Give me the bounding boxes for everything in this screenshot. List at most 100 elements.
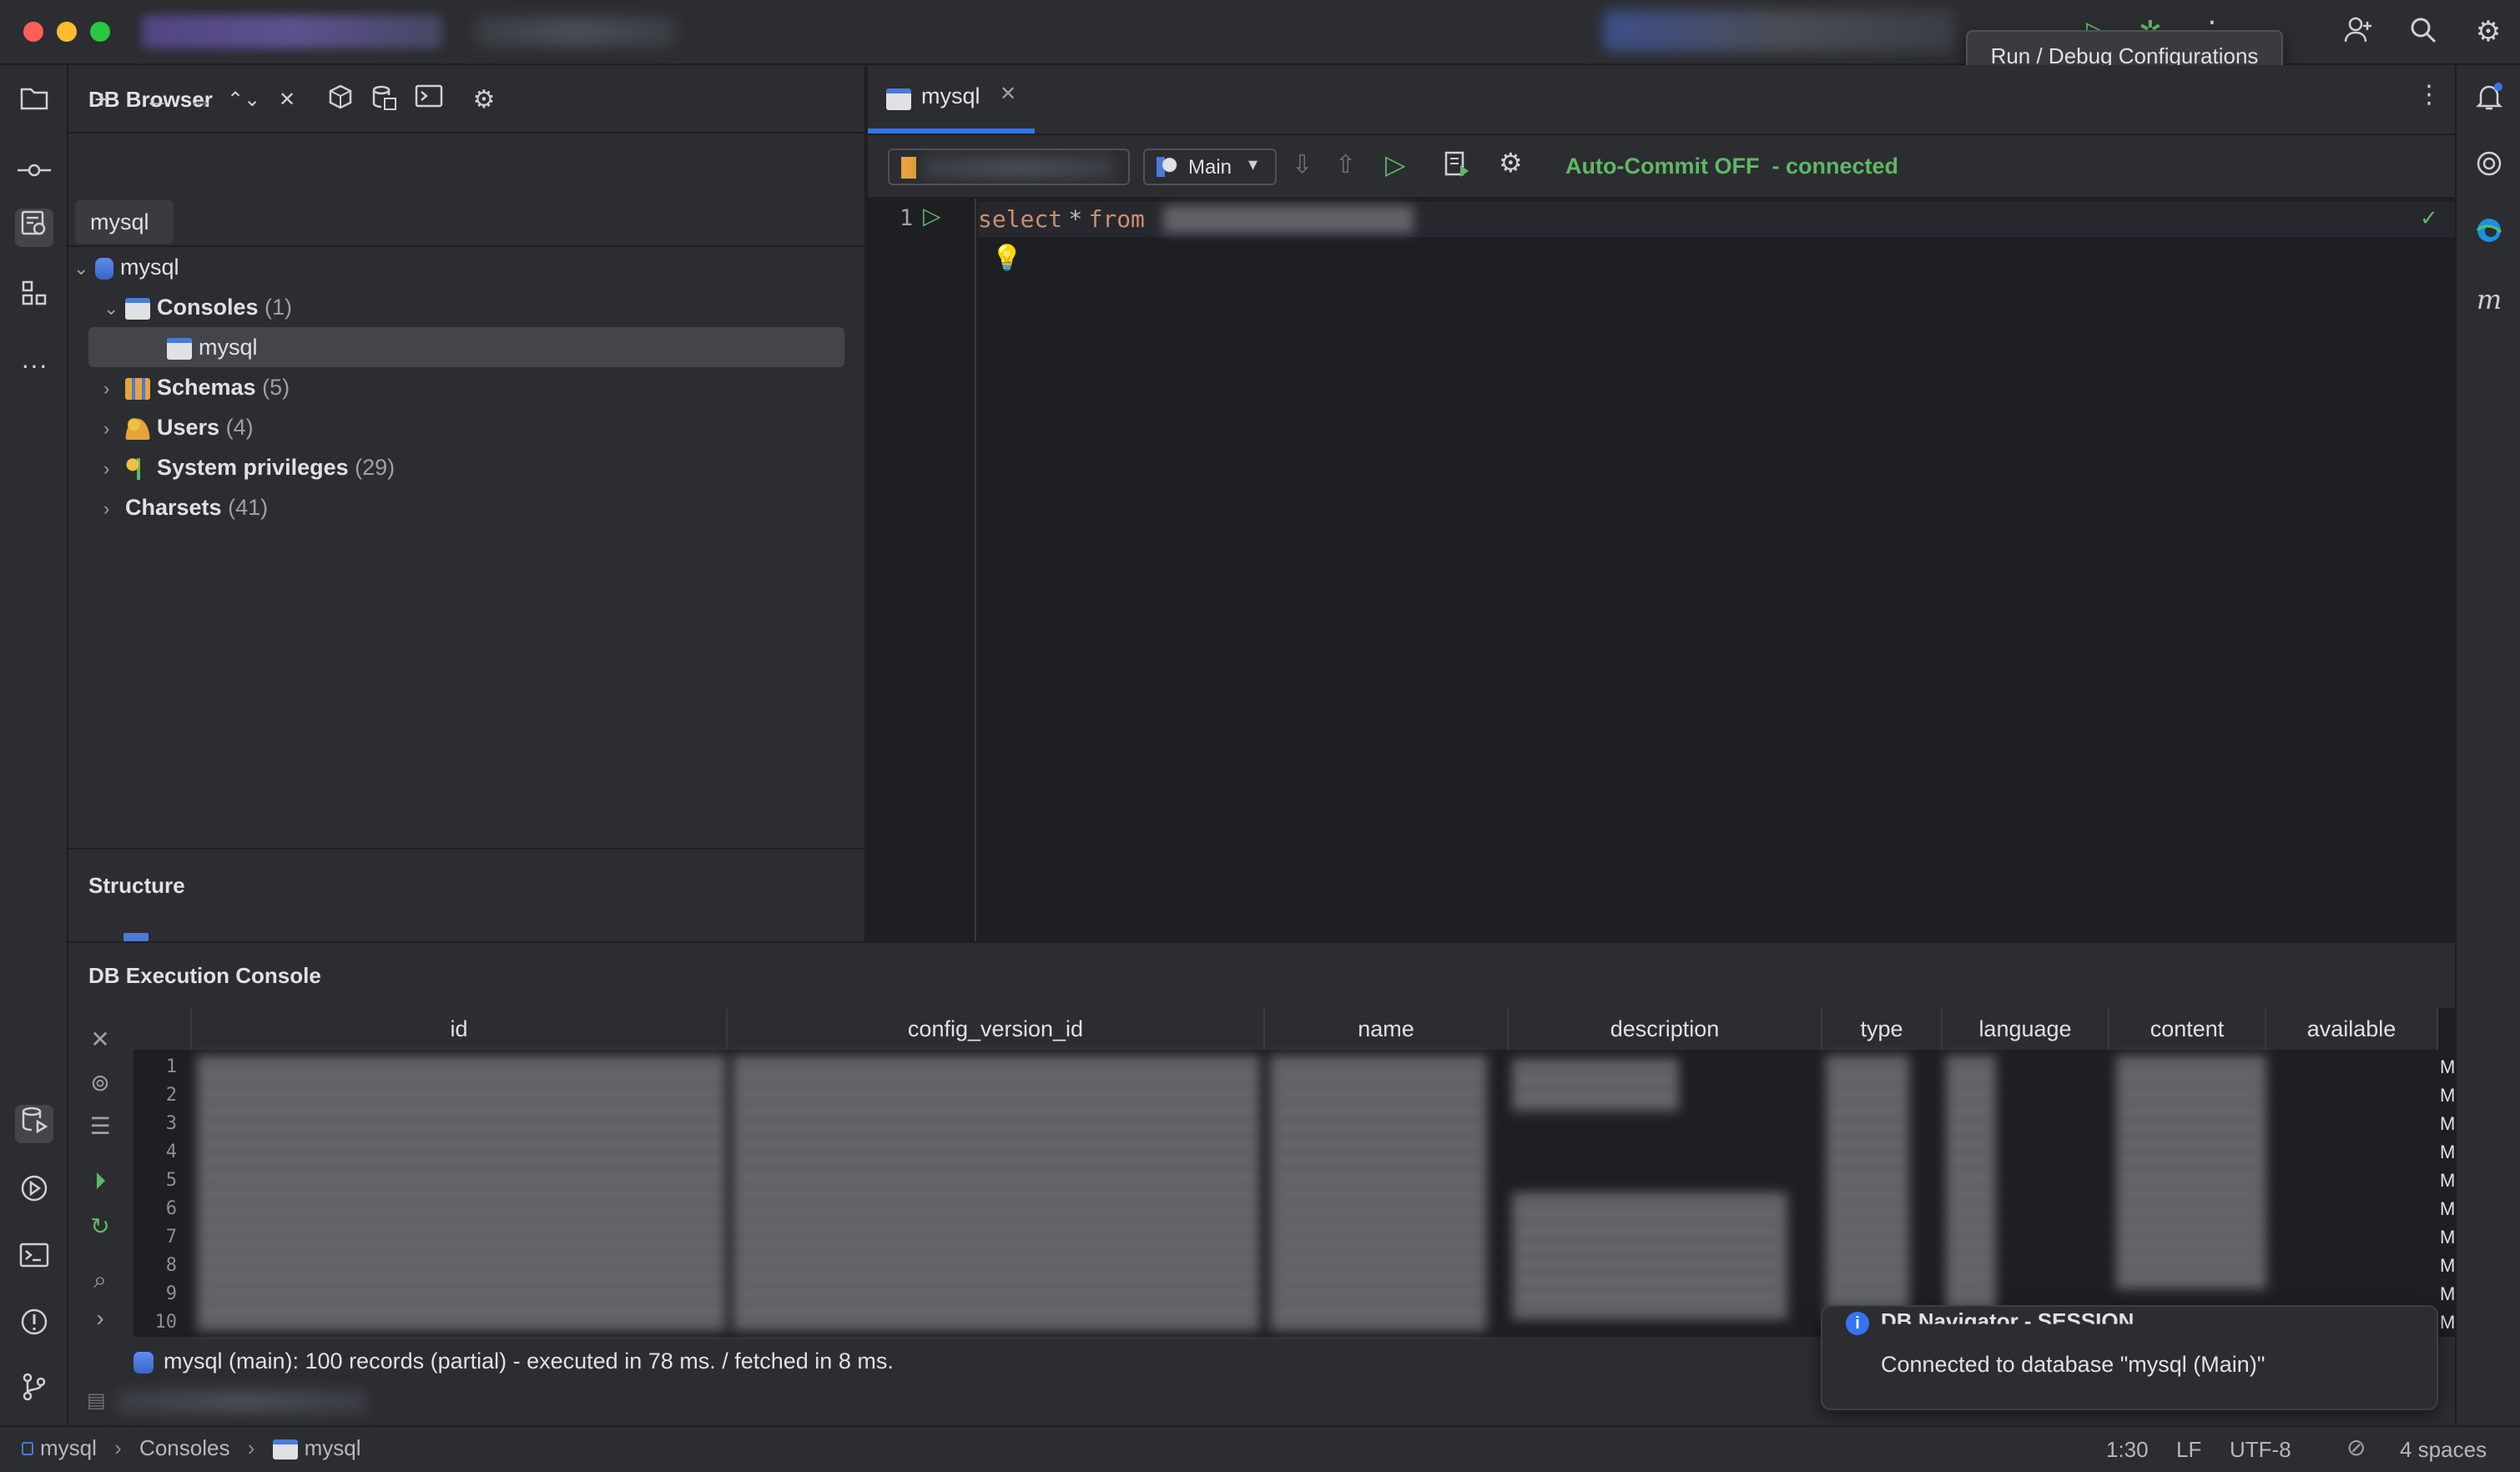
tree-item-system-privileges[interactable]: › System privileges (29) (103, 447, 395, 487)
row-number[interactable]: 3 (134, 1110, 192, 1138)
row-number[interactable]: 5 (134, 1167, 192, 1195)
close-tab-icon[interactable]: ✕ (1000, 82, 1016, 106)
open-console-icon[interactable] (412, 83, 446, 117)
git-branch-icon[interactable] (15, 1372, 53, 1410)
editor-toolbar: Main ▾ ⇩ ⇧ ▷ ⚙ Auto-Commit OFF - connect… (868, 135, 2455, 199)
find-icon[interactable]: ⌕ (83, 1263, 117, 1297)
reload-icon[interactable]: ↻ (83, 1210, 117, 1243)
column-header-config-version-id[interactable]: config_version_id (728, 1008, 1265, 1050)
project-widget[interactable] (142, 15, 442, 48)
chevron-right-icon[interactable]: › (103, 449, 125, 489)
column-header-id[interactable]: id (192, 1008, 728, 1050)
column-header-description[interactable]: description (1509, 1008, 1822, 1050)
execute-script-icon[interactable] (1444, 150, 1472, 184)
settings-gear-icon[interactable]: ⚙ (2472, 15, 2505, 48)
info-icon: i (1846, 1312, 1869, 1335)
editor-tab-mysql[interactable]: mysql ✕ (868, 65, 1035, 134)
row-number[interactable]: 6 (134, 1195, 192, 1223)
services-icon[interactable] (15, 1173, 53, 1212)
close-console-icon[interactable]: ✕ (83, 1023, 117, 1056)
more-tool-windows-icon[interactable]: ··· (15, 345, 53, 384)
resume-fetch-icon[interactable]: ⏵ (83, 1165, 117, 1198)
close-window-button[interactable] (23, 22, 43, 42)
chevron-right-icon[interactable]: › (103, 369, 125, 409)
row-number[interactable]: 1 (134, 1053, 192, 1081)
column-header-content[interactable]: content (2109, 1008, 2266, 1050)
redacted-column-id (197, 1056, 726, 1330)
row-number[interactable]: 8 (134, 1252, 192, 1280)
tree-item-charsets[interactable]: › Charsets (41) (103, 487, 268, 527)
project-folder-icon[interactable] (15, 83, 53, 122)
objects-filter-icon[interactable] (324, 83, 357, 117)
ai-assistant-icon[interactable] (2470, 149, 2508, 187)
filter-records-icon[interactable]: ⊚ (83, 1066, 117, 1100)
chevron-right-icon[interactable]: › (103, 409, 125, 449)
collapse-all-icon[interactable]: ✕ (270, 83, 304, 117)
connection-selector[interactable] (888, 149, 1130, 185)
edge-browser-icon[interactable] (2470, 215, 2508, 254)
row-number[interactable]: 4 (134, 1138, 192, 1167)
row-number[interactable]: 10 (134, 1308, 192, 1337)
db-browser-icon[interactable] (15, 209, 53, 247)
file-encoding[interactable]: UTF-8 (2230, 1437, 2291, 1463)
column-header-type[interactable]: type (1822, 1008, 1943, 1050)
chevron-right-icon[interactable]: › (103, 489, 125, 529)
column-header-name[interactable]: name (1265, 1008, 1509, 1050)
forward-arrow-icon[interactable]: → (184, 83, 217, 117)
commit-transaction-icon[interactable]: ⇩ (1292, 150, 1313, 179)
tree-item-users[interactable]: › Users (4) (103, 407, 254, 447)
execute-statement-icon[interactable]: ▷ (1385, 149, 1406, 180)
editor-more-icon[interactable]: ⋮ (2417, 80, 2442, 109)
branch-widget[interactable] (476, 17, 676, 47)
line-ending[interactable]: LF (2176, 1437, 2201, 1463)
connection-tab[interactable]: mysql (75, 200, 174, 244)
redacted-column-config-version-id (733, 1056, 1260, 1330)
problems-icon[interactable] (15, 1307, 53, 1345)
breadcrumb-item[interactable]: Consoles (139, 1435, 229, 1460)
sql-console-icon[interactable] (367, 83, 401, 117)
column-header-available[interactable]: available (2266, 1008, 2438, 1050)
run-configuration-selector[interactable] (1604, 10, 1954, 52)
add-connection-icon[interactable]: + (85, 83, 118, 117)
gutter-run-icon[interactable]: ▷ (923, 202, 941, 229)
search-icon[interactable] (2407, 15, 2440, 53)
minimize-window-button[interactable] (57, 22, 77, 42)
tree-item-consoles[interactable]: ⌄ Consoles (1) (103, 287, 292, 327)
terminal-icon[interactable] (15, 1240, 53, 1278)
row-number[interactable]: 9 (134, 1280, 192, 1308)
row-number[interactable]: 2 (134, 1081, 192, 1110)
breadcrumb-item[interactable]: mysql (305, 1435, 361, 1460)
truncated-cell: M (2440, 1056, 2456, 1077)
readonly-lock-icon[interactable]: ⊘ (2346, 1434, 2366, 1461)
rollback-transaction-icon[interactable]: ⇧ (1335, 150, 1356, 179)
tree-item-schemas[interactable]: › Schemas (5) (103, 367, 290, 407)
indent-setting[interactable]: 4 spaces (2400, 1437, 2487, 1463)
chevron-down-icon[interactable]: ⌄ (103, 289, 125, 329)
row-number[interactable]: 7 (134, 1223, 192, 1252)
browser-settings-gear-icon[interactable]: ⚙ (467, 83, 501, 117)
commit-icon[interactable] (15, 150, 53, 189)
left-tool-window-bar: ··· (0, 65, 68, 1425)
back-arrow-icon[interactable]: ← (140, 83, 174, 117)
expand-toolbar-icon[interactable]: › (83, 1302, 117, 1335)
zoom-window-button[interactable] (90, 22, 110, 42)
markdown-m-icon[interactable]: m (2470, 280, 2508, 319)
schema-selector[interactable]: Main ▾ (1143, 149, 1277, 185)
expand-all-icon[interactable]: ⌃⌄ (227, 83, 260, 117)
tree-item-console-mysql[interactable]: mysql (167, 327, 258, 367)
record-view-icon[interactable]: ☰ (83, 1110, 117, 1143)
db-execution-console-icon[interactable] (15, 1105, 53, 1143)
column-header-language[interactable]: language (1943, 1008, 2109, 1050)
tree-item-connection[interactable]: ⌄ mysql (73, 247, 179, 287)
chevron-down-icon[interactable]: ⌄ (73, 249, 95, 289)
breadcrumb-item[interactable]: mysql (40, 1435, 97, 1460)
intention-bulb-icon[interactable]: 💡 (991, 244, 1022, 273)
structure-icon[interactable] (15, 279, 53, 317)
console-settings-gear-icon[interactable]: ⚙ (1499, 147, 1523, 179)
notifications-bell-icon[interactable] (2470, 82, 2508, 120)
code-line[interactable]: select * from (978, 205, 1145, 233)
caret-position[interactable]: 1:30 (2106, 1437, 2149, 1463)
session-notification[interactable]: i DB Navigator - SESSION Connected to da… (1821, 1305, 2438, 1410)
console-title: DB Execution Console (88, 963, 321, 988)
add-user-icon[interactable] (2341, 15, 2375, 53)
